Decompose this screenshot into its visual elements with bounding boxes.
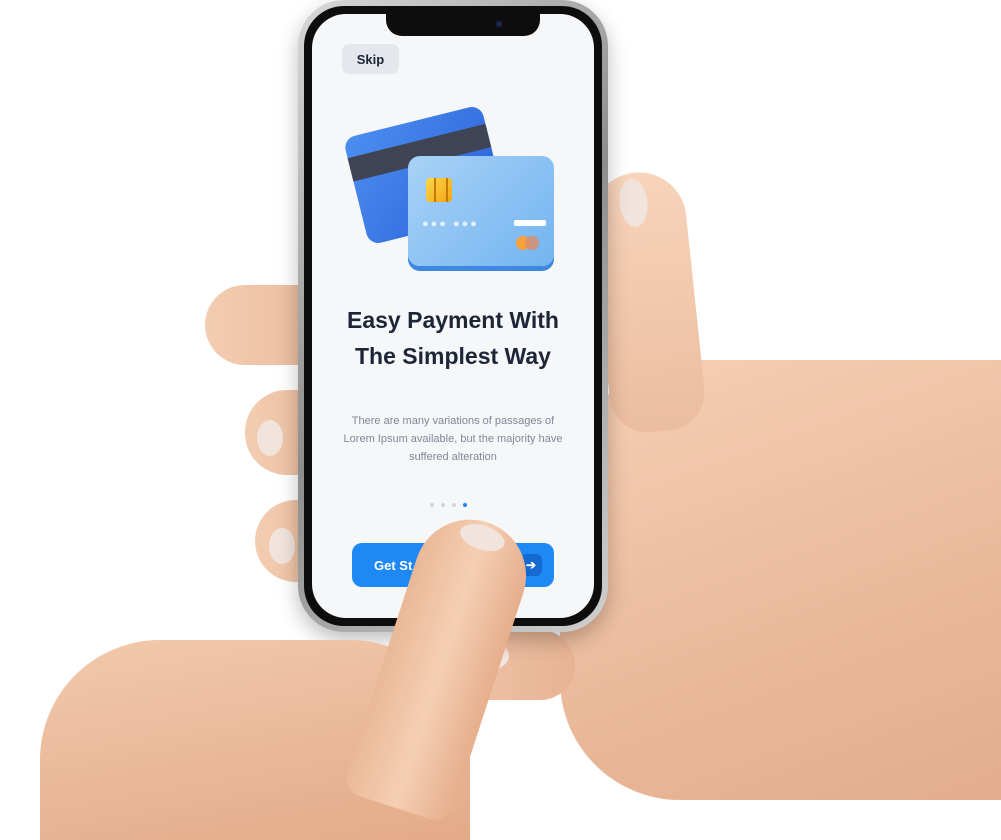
onboarding-title: Easy Payment With The Simplest Way <box>347 307 559 369</box>
get-started-label: Get St <box>374 557 413 573</box>
page-dot-active[interactable] <box>463 503 467 507</box>
credit-card-front-illustration: ●●● ●●● <box>408 156 554 266</box>
page-indicator <box>430 501 476 509</box>
onboarding-description: There are many variations of passages of… <box>343 415 563 463</box>
page-dot[interactable] <box>430 503 434 507</box>
card-name-bar <box>514 220 546 226</box>
phone-notch <box>386 14 540 36</box>
card-number-dots: ●●● ●●● <box>422 218 479 230</box>
page-dot[interactable] <box>441 503 445 507</box>
camera-icon <box>496 21 502 27</box>
card-logo-circle <box>525 236 539 250</box>
finger-nail <box>257 420 283 456</box>
card-chip-icon <box>426 178 452 202</box>
finger-nail <box>269 528 295 564</box>
skip-button[interactable]: Skip <box>342 44 399 74</box>
page-dot[interactable] <box>452 503 456 507</box>
thumb-nail <box>617 177 650 229</box>
